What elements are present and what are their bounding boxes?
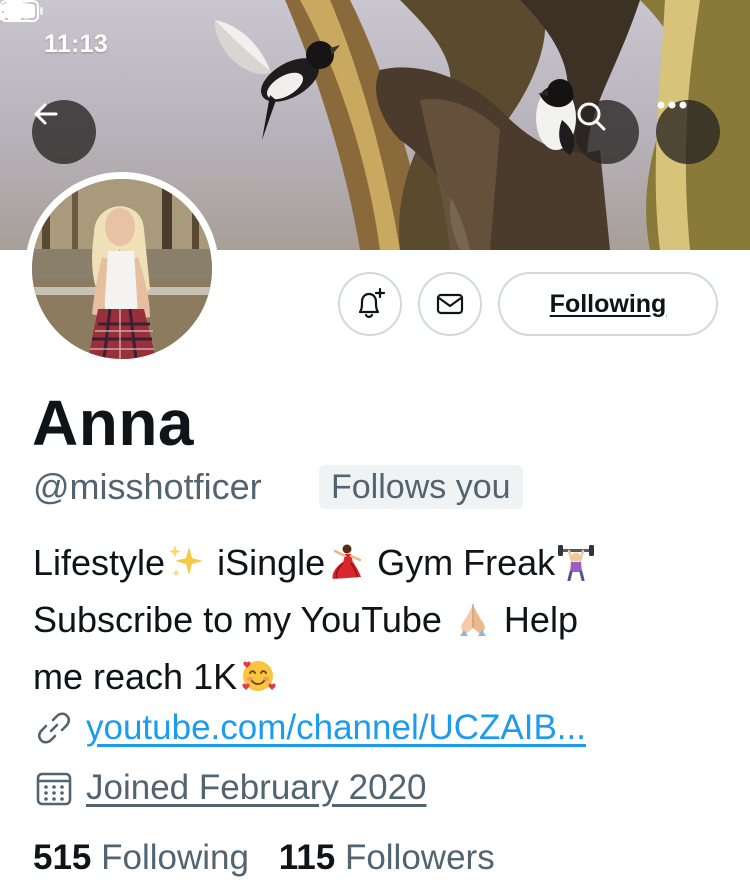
folded-hands-emoji-icon [459, 604, 486, 636]
bio-line-1: Lifestyle iSingle Gym Freak [33, 534, 733, 591]
status-time: 11:13 [44, 30, 109, 58]
bell-plus-icon [358, 287, 386, 318]
dancer-emoji-icon [332, 544, 362, 579]
back-button[interactable] [32, 100, 96, 164]
link-icon [37, 712, 71, 744]
username-handle: @misshotficer [33, 466, 262, 507]
following-label: Following [101, 838, 249, 877]
more-options-button[interactable] [656, 100, 720, 164]
joined-date-text: Joined February 2020 [86, 768, 427, 807]
weightlifter-emoji-icon [558, 545, 595, 581]
profile-bio: Lifestyle iSingle Gym Freak Subscribe to… [33, 534, 733, 705]
back-arrow-icon [34, 103, 58, 125]
followers-label: Followers [344, 838, 495, 877]
smiling-face-with-hearts-emoji-icon [242, 661, 276, 691]
follows-you-badge: Follows you [319, 465, 523, 509]
search-button[interactable] [575, 100, 639, 164]
joined-date-row: Joined February 2020 [34, 768, 427, 808]
following-button[interactable]: Following [498, 272, 718, 336]
following-stat[interactable]: 515 Following [33, 838, 279, 877]
battery-icon [0, 0, 43, 22]
profile-website-row: youtube.com/channel/UCZAIB... [34, 708, 586, 748]
follow-stats: 515 Following 115 Followers [33, 838, 515, 878]
sparkles-emoji-icon [169, 545, 204, 577]
following-button-label: Following [549, 289, 667, 318]
more-icon [657, 101, 687, 109]
profile-website-link[interactable]: youtube.com/channel/UCZAIB... [86, 708, 586, 748]
notifications-button[interactable] [338, 272, 402, 336]
envelope-icon [436, 293, 464, 315]
followers-count: 115 [278, 838, 336, 877]
bio-line-2: Subscribe to my YouTube Help [33, 599, 578, 640]
followers-stat[interactable]: 115 Followers [279, 838, 515, 877]
following-count: 515 [33, 838, 92, 877]
bio-line-3: me reach 1K [33, 648, 733, 705]
search-icon [577, 102, 606, 131]
calendar-icon [36, 772, 72, 806]
avatar[interactable] [25, 172, 219, 366]
avatar-image [32, 179, 212, 359]
display-name: Anna [32, 387, 194, 459]
message-button[interactable] [418, 272, 482, 336]
